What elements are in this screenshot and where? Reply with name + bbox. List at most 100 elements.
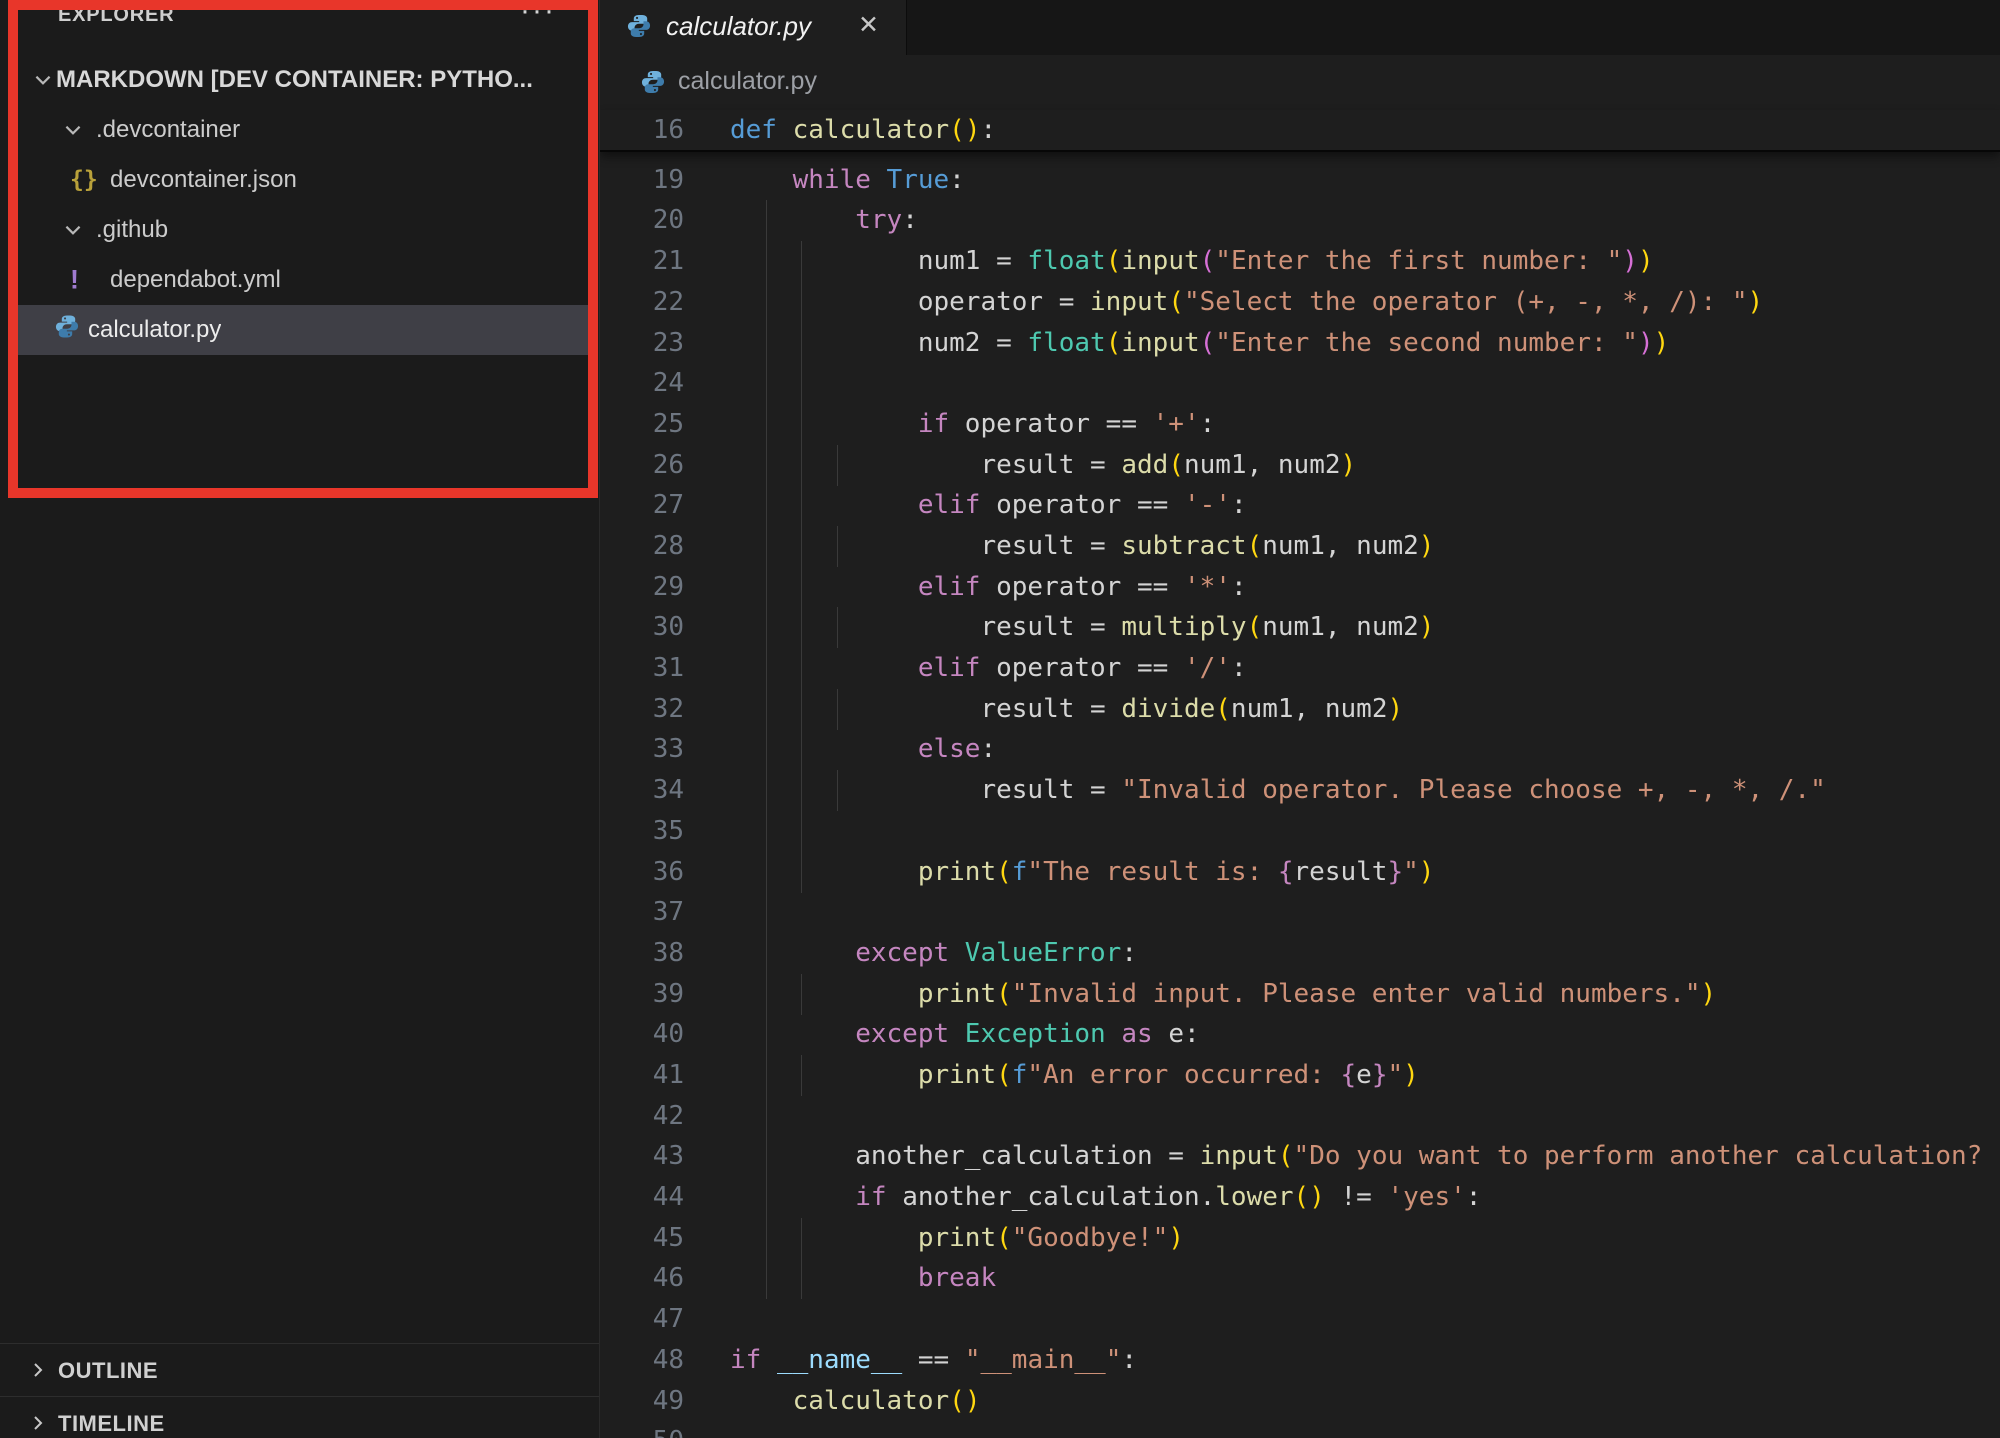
line-number: 16 bbox=[600, 110, 684, 151]
code-line-30[interactable]: 30 result = multiply(num1, num2) bbox=[600, 607, 2000, 648]
line-number: 35 bbox=[600, 811, 684, 852]
json-braces-icon: {} bbox=[70, 167, 98, 193]
code-line-19[interactable]: 19while True: bbox=[600, 160, 2000, 201]
code-line-33[interactable]: 33else: bbox=[600, 729, 2000, 770]
code-line-44[interactable]: 44 if another_calculation.lower() != 'yes… bbox=[600, 1177, 2000, 1218]
indent-guide bbox=[766, 1096, 767, 1137]
tab-label: calculator.py bbox=[666, 11, 811, 42]
tree-item-calculator-py[interactable]: calculator.py bbox=[18, 305, 590, 355]
line-number: 33 bbox=[600, 729, 684, 770]
line-number: 20 bbox=[600, 200, 684, 241]
code-text: result = subtract(num1, num2) bbox=[730, 526, 1434, 567]
chevron-down-icon bbox=[62, 219, 84, 241]
tree-item-label: .devcontainer bbox=[96, 116, 240, 144]
vscode-window: EXPLORER ··· MARKDOWN [DEV CONTAINER: PY… bbox=[0, 0, 2000, 1438]
tree-item-label: calculator.py bbox=[88, 316, 221, 344]
line-number: 47 bbox=[600, 1299, 684, 1340]
code-line-38[interactable]: 38except ValueError: bbox=[600, 933, 2000, 974]
tree-item--github[interactable]: .github bbox=[18, 205, 590, 255]
code-text: calculator() bbox=[730, 1381, 980, 1422]
code-text: print(f"The result is: {result}") bbox=[730, 852, 1434, 893]
code-text: while True: bbox=[730, 160, 965, 201]
line-number: 25 bbox=[600, 404, 684, 445]
line-number: 30 bbox=[600, 607, 684, 648]
code-line-28[interactable]: 28result = subtract(num1, num2) bbox=[600, 526, 2000, 567]
line-number: 42 bbox=[600, 1096, 684, 1137]
code-line-29[interactable]: 29elif operator == '*': bbox=[600, 567, 2000, 608]
line-number: 45 bbox=[600, 1218, 684, 1259]
code-line-48[interactable]: 48 if __name__ == "__main__": bbox=[600, 1340, 2000, 1381]
code-line-32[interactable]: 32result = divide(num1, num2) bbox=[600, 689, 2000, 730]
code-text: if __name__ == "__main__": bbox=[730, 1340, 1137, 1381]
code-line-46[interactable]: 46break bbox=[600, 1258, 2000, 1299]
breadcrumb-item-file[interactable]: calculator.py bbox=[678, 67, 817, 96]
code-line-41[interactable]: 41print(f"An error occurred: {e}") bbox=[600, 1055, 2000, 1096]
line-number: 44 bbox=[600, 1177, 684, 1218]
code-text: if another_calculation.lower() != 'yes': bbox=[730, 1177, 1481, 1218]
code-line-24[interactable]: 24 bbox=[600, 363, 2000, 404]
line-number: 46 bbox=[600, 1258, 684, 1299]
close-icon[interactable]: ✕ bbox=[858, 10, 879, 40]
line-number: 34 bbox=[600, 770, 684, 811]
code-line-40[interactable]: 40 except Exception as e: bbox=[600, 1014, 2000, 1055]
section-label: OUTLINE bbox=[58, 1358, 158, 1384]
code-line-20[interactable]: 20 try: bbox=[600, 200, 2000, 241]
code-line-22[interactable]: 22 operator = input("Select the operator … bbox=[600, 282, 2000, 323]
breadcrumb: calculator.py bbox=[600, 55, 2000, 110]
tree-item-label: devcontainer.json bbox=[110, 166, 297, 194]
code-line-43[interactable]: 43another_calculation = input("Do you wa… bbox=[600, 1136, 2000, 1177]
code-text: except Exception as e: bbox=[730, 1014, 1200, 1055]
code-text: result = "Invalid operator. Please choos… bbox=[730, 770, 1826, 811]
code-text: def calculator(): bbox=[730, 110, 996, 151]
line-number: 38 bbox=[600, 933, 684, 974]
code-text: try: bbox=[730, 200, 918, 241]
code-line-36[interactable]: 36print(f"The result is: {result}") bbox=[600, 852, 2000, 893]
section-label: TIMELINE bbox=[58, 1411, 165, 1437]
tab-calculator-py[interactable]: calculator.py ✕ bbox=[600, 0, 907, 55]
code-line-39[interactable]: 39print("Invalid input. Please enter val… bbox=[600, 974, 2000, 1015]
line-number: 49 bbox=[600, 1381, 684, 1422]
explorer-sidebar: EXPLORER ··· MARKDOWN [DEV CONTAINER: PY… bbox=[0, 0, 600, 1438]
indent-guide bbox=[766, 811, 767, 852]
tree-item--devcontainer[interactable]: .devcontainer bbox=[18, 105, 590, 155]
line-number: 23 bbox=[600, 323, 684, 364]
code-text: result = multiply(num1, num2) bbox=[730, 607, 1434, 648]
code-line-26[interactable]: 26result = add(num1, num2) bbox=[600, 445, 2000, 486]
code-line-45[interactable]: 45print("Goodbye!") bbox=[600, 1218, 2000, 1259]
chevron-right-icon bbox=[28, 1360, 48, 1386]
code-line-47[interactable]: 47 bbox=[600, 1299, 2000, 1340]
code-line-31[interactable]: 31elif operator == '/': bbox=[600, 648, 2000, 689]
explorer-more-actions-icon[interactable]: ··· bbox=[520, 0, 556, 28]
python-file-icon bbox=[626, 13, 652, 44]
code-line-50[interactable]: 50 bbox=[600, 1421, 2000, 1438]
line-number: 27 bbox=[600, 485, 684, 526]
tree-item-markdown-dev-container-pytho-[interactable]: MARKDOWN [DEV CONTAINER: PYTHO... bbox=[18, 55, 590, 105]
code-text: operator = input("Select the operator (+… bbox=[730, 282, 1763, 323]
tree-item-devcontainer-json[interactable]: {} devcontainer.json bbox=[18, 155, 590, 205]
code-text: elif operator == '/': bbox=[730, 648, 1247, 689]
code-text: if operator == '+': bbox=[730, 404, 1215, 445]
code-text: result = divide(num1, num2) bbox=[730, 689, 1403, 730]
code-line-25[interactable]: 25 if operator == '+': bbox=[600, 404, 2000, 445]
sidebar-section-timeline[interactable]: TIMELINE bbox=[0, 1396, 599, 1438]
line-number: 48 bbox=[600, 1340, 684, 1381]
code-line-34[interactable]: 34 result = "Invalid operator. Please cho… bbox=[600, 770, 2000, 811]
code-line-49[interactable]: 49 calculator() bbox=[600, 1381, 2000, 1422]
tree-item-label: MARKDOWN [DEV CONTAINER: PYTHO... bbox=[56, 66, 533, 94]
sticky-scroll-line[interactable]: 16 def calculator(): bbox=[600, 110, 2000, 152]
indent-guide bbox=[766, 363, 767, 404]
code-line-27[interactable]: 27elif operator == '-': bbox=[600, 485, 2000, 526]
line-number: 24 bbox=[600, 363, 684, 404]
code-line-42[interactable]: 42 bbox=[600, 1096, 2000, 1137]
sidebar-section-outline[interactable]: OUTLINE bbox=[0, 1343, 599, 1397]
code-line-23[interactable]: 23num2 = float(input("Enter the second n… bbox=[600, 323, 2000, 364]
code-line-37[interactable]: 37 bbox=[600, 892, 2000, 933]
line-number: 22 bbox=[600, 282, 684, 323]
code-line-35[interactable]: 35 bbox=[600, 811, 2000, 852]
line-number: 50 bbox=[600, 1421, 684, 1438]
tree-item-dependabot-yml[interactable]: !dependabot.yml bbox=[18, 255, 590, 305]
indent-guide bbox=[766, 892, 767, 933]
line-number: 40 bbox=[600, 1014, 684, 1055]
code-text: another_calculation = input("Do you want… bbox=[730, 1136, 2000, 1177]
code-line-21[interactable]: 21num1 = float(input("Enter the first nu… bbox=[600, 241, 2000, 282]
